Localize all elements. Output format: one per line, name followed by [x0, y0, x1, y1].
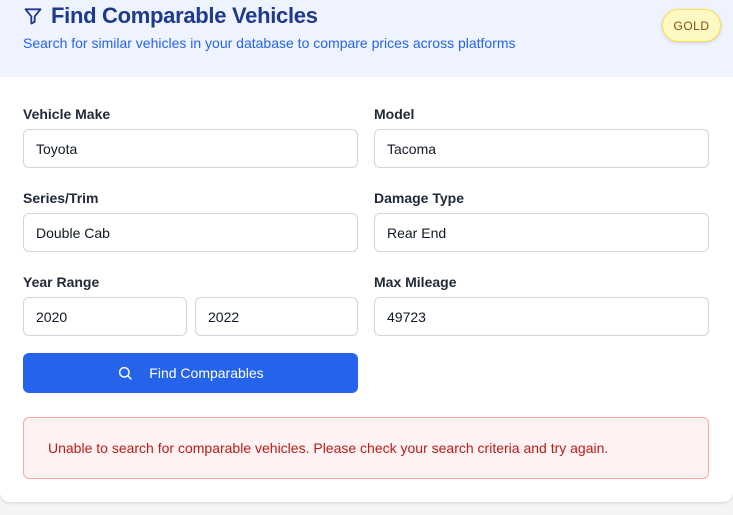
model-label: Model [374, 106, 415, 122]
filter-icon [24, 8, 42, 25]
year-range-label: Year Range [23, 274, 100, 290]
damage-type-field[interactable]: Rear End [374, 213, 709, 252]
make-field[interactable]: Toyota [23, 129, 358, 168]
find-comparables-label: Find Comparables [149, 365, 264, 381]
damage-label: Damage Type [374, 190, 464, 206]
search-icon [119, 366, 133, 380]
page-title: Find Comparable Vehicles [51, 3, 318, 28]
year-to-field[interactable]: 2022 [195, 297, 358, 336]
find-comparables-button[interactable]: Find Comparables [23, 353, 358, 393]
error-message: Unable to search for comparable vehicles… [48, 440, 609, 456]
series-label: Series/Trim [23, 190, 99, 206]
model-field[interactable]: Tacoma [374, 129, 709, 168]
page-subtitle: Search for similar vehicles in your data… [23, 35, 516, 51]
mileage-label: Max Mileage [374, 274, 457, 290]
max-mileage-field[interactable]: 49723 [374, 297, 709, 336]
error-alert: Unable to search for comparable vehicles… [23, 417, 709, 479]
comparables-card: Find Comparable Vehicles Search for simi… [0, 0, 733, 502]
make-label: Vehicle Make [23, 106, 111, 122]
year-from-field[interactable]: 2020 [23, 297, 187, 336]
series-field[interactable]: Double Cab [23, 213, 358, 252]
tier-badge: GOLD [662, 9, 721, 42]
card-header: Find Comparable Vehicles Search for simi… [0, 0, 733, 77]
